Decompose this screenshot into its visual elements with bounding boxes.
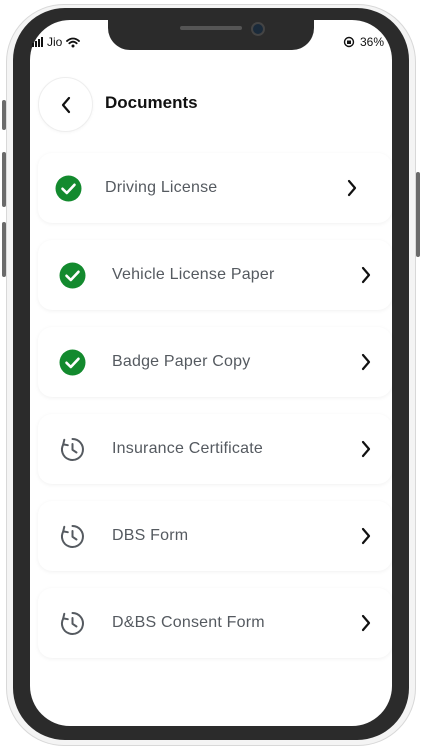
signal-icon bbox=[32, 37, 43, 47]
document-row-dbs-form[interactable]: DBS Form bbox=[38, 501, 392, 571]
clock-icon bbox=[59, 523, 86, 550]
page-title: Documents bbox=[105, 93, 198, 112]
check-circle-icon bbox=[59, 349, 86, 376]
chevron-right-icon bbox=[359, 614, 373, 632]
document-label: DBS Form bbox=[112, 527, 189, 544]
phone-power-button bbox=[416, 172, 420, 257]
speaker-grille bbox=[180, 26, 242, 30]
document-label: Vehicle License Paper bbox=[112, 266, 275, 283]
chevron-right-icon bbox=[359, 527, 373, 545]
chevron-right-icon bbox=[359, 266, 373, 284]
check-circle-icon bbox=[59, 262, 86, 289]
status-bar-right: 36% bbox=[343, 34, 384, 50]
chevron-right-icon bbox=[359, 353, 373, 371]
clock-icon bbox=[59, 436, 86, 463]
document-label: D&BS Consent Form bbox=[112, 614, 265, 631]
check-circle-icon bbox=[55, 175, 82, 202]
chevron-left-icon bbox=[61, 96, 70, 113]
document-label: Driving License bbox=[105, 179, 218, 196]
carrier-name: Jio bbox=[47, 35, 63, 49]
phone-volume-up bbox=[2, 152, 6, 207]
clock-icon bbox=[59, 610, 86, 637]
phone-mute-switch bbox=[2, 100, 6, 130]
chevron-right-icon bbox=[359, 440, 373, 458]
front-camera bbox=[251, 22, 265, 36]
document-row-badge-paper-copy[interactable]: Badge Paper Copy bbox=[38, 327, 392, 397]
document-row-vehicle-license-paper[interactable]: Vehicle License Paper bbox=[38, 240, 392, 310]
back-button[interactable] bbox=[38, 77, 93, 132]
orientation-lock-icon bbox=[343, 36, 355, 48]
document-row-dbs-consent-form[interactable]: D&BS Consent Form bbox=[38, 588, 392, 658]
document-row-driving-license[interactable]: Driving License bbox=[38, 153, 392, 223]
battery-percentage: 36% bbox=[359, 35, 384, 49]
status-bar-left: Jio bbox=[32, 34, 81, 50]
document-row-insurance-certificate[interactable]: Insurance Certificate bbox=[38, 414, 392, 484]
phone-volume-down bbox=[2, 222, 6, 277]
notch bbox=[108, 20, 314, 50]
document-label: Badge Paper Copy bbox=[112, 353, 251, 370]
document-label: Insurance Certificate bbox=[112, 440, 263, 457]
chevron-right-icon bbox=[345, 179, 359, 197]
wifi-icon bbox=[66, 37, 81, 47]
